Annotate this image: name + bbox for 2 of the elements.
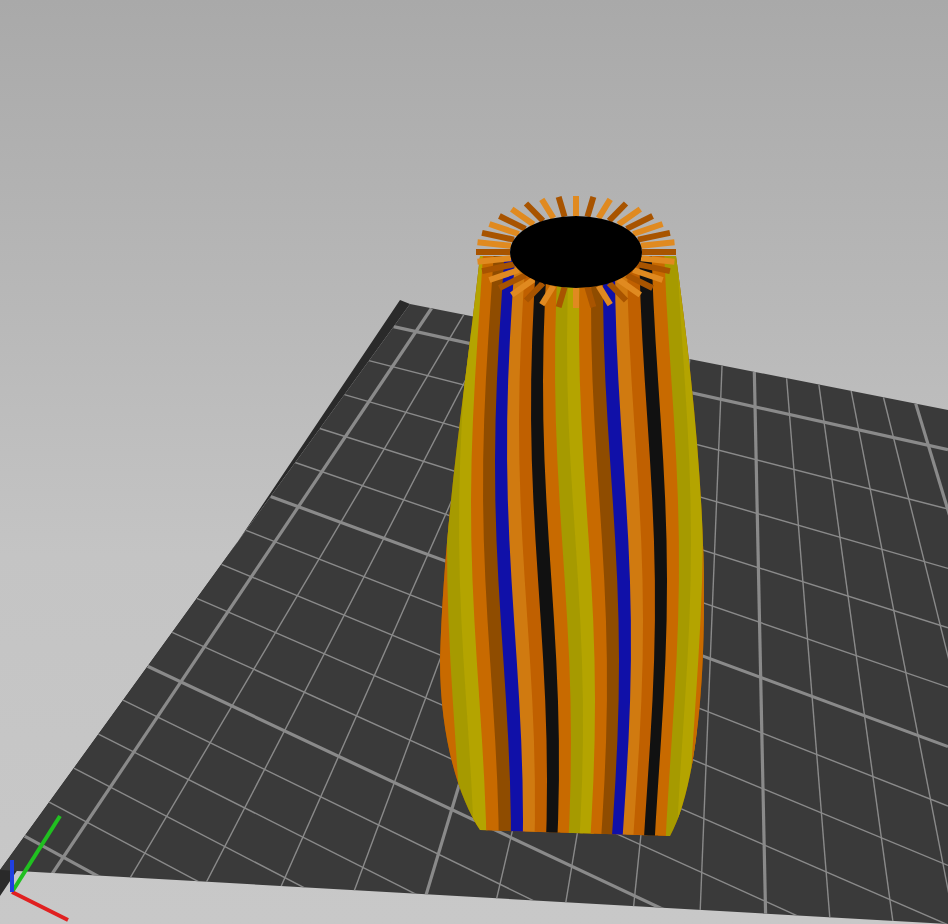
3d-viewport[interactable] — [0, 0, 948, 924]
axis-icon — [10, 814, 69, 922]
